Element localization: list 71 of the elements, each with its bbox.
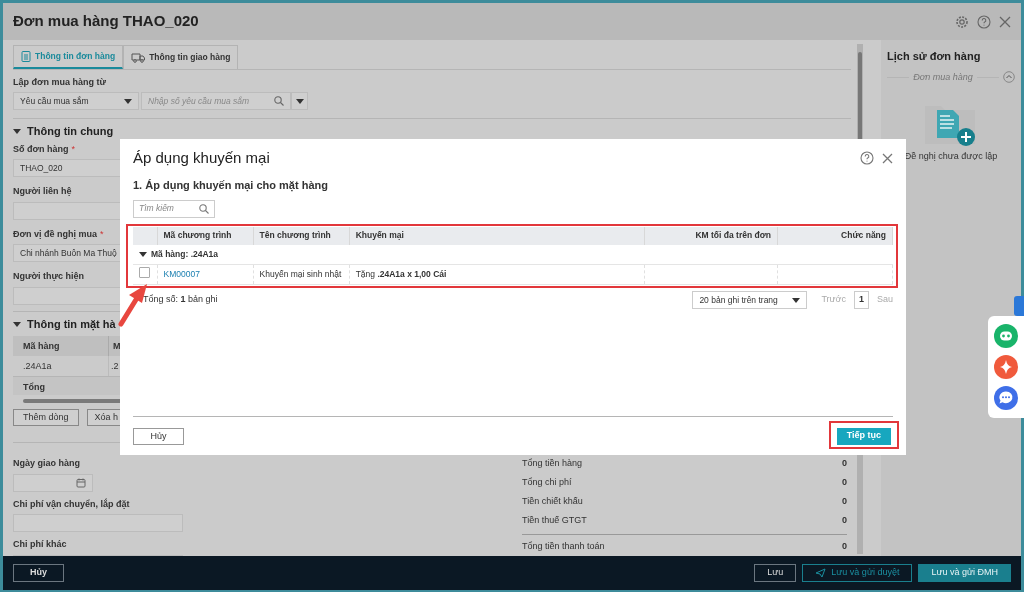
summary-value: 0 [842, 514, 847, 527]
summary-label: Tổng tiền hàng [522, 457, 583, 470]
help-icon[interactable] [860, 151, 874, 165]
clipboard-icon [21, 50, 31, 63]
cancel-button[interactable]: Hủy [13, 564, 64, 582]
column-header: Khuyến mại [349, 226, 645, 245]
help-icon[interactable] [977, 14, 991, 29]
field-label: Lập đơn mua hàng từ [13, 75, 107, 89]
field-label: Người thực hiện [13, 270, 84, 284]
summary-label: Tiền thuế GTGT [522, 514, 587, 527]
collapse-caret-icon[interactable] [13, 129, 21, 134]
field-label: Đơn vị đề nghị mua [13, 227, 97, 241]
tab[interactable]: Thông tin giao hàng [123, 45, 239, 69]
group-label: Mã hàng: .24A1a [151, 247, 219, 261]
date-field[interactable] [13, 473, 93, 492]
footer-button[interactable]: Lưu và gửi ĐMH [918, 564, 1011, 582]
table-cell: Khuyến mại sinh nhật [253, 264, 350, 285]
sparkle-icon[interactable] [993, 354, 1019, 380]
type-select[interactable]: Yêu cầu mua sắm [13, 92, 139, 111]
page-size-select[interactable]: 20 bản ghi trên trang [692, 291, 808, 309]
field-label: Người liên hệ [13, 185, 72, 199]
action-button[interactable]: Thêm dòng [13, 409, 79, 427]
checkbox[interactable] [139, 267, 151, 279]
dialog-subtitle: 1. Áp dụng khuyến mại cho mặt hàng [133, 178, 329, 194]
search-icon[interactable] [274, 96, 284, 107]
dropdown-button[interactable] [291, 92, 308, 111]
summary-label: Tổng chi phí [522, 476, 572, 489]
panel-title: Lịch sử đơn hàng [887, 49, 982, 65]
field-label: Số đơn hàng [13, 142, 69, 156]
summary-value: 0 [842, 476, 847, 489]
search-field[interactable]: Tìm kiếm [133, 199, 215, 218]
settings-icon[interactable] [955, 14, 969, 29]
truck-icon [131, 51, 146, 63]
summary-value: 0 [842, 540, 847, 553]
summary-label: Tiền chiết khấu [522, 495, 583, 508]
highlight-frame [829, 421, 899, 449]
close-icon[interactable] [882, 152, 893, 164]
summary-value: 0 [842, 495, 847, 508]
column-header: Tên chương trình [253, 226, 350, 245]
timeline-label: Đơn mua hàng [913, 70, 973, 84]
required-mark: * [71, 142, 75, 156]
field-label: Ngày giao hàng [13, 457, 81, 471]
section-title: Thông tin mặt hà [27, 316, 116, 333]
column-header: Mã chương trình [157, 226, 254, 245]
window-title: Đơn mua hàng THAO_020 [13, 11, 199, 32]
cancel-button[interactable]: Hủy [133, 427, 184, 445]
chat-icon[interactable] [993, 385, 1019, 412]
collapse-caret-icon[interactable] [13, 321, 21, 327]
field-label: Chi phí vận chuyển, lắp đặt [13, 497, 131, 511]
page-number[interactable]: 1 [853, 291, 869, 309]
summary-value: 0 [842, 457, 847, 470]
collapse-caret-icon[interactable] [139, 251, 147, 257]
footer-button[interactable]: Lưu [754, 564, 797, 582]
required-mark: * [99, 227, 104, 241]
field-label: Chi phí khác [13, 538, 68, 552]
close-icon[interactable] [999, 15, 1011, 28]
section-title: Thông tin chung [27, 124, 114, 140]
search-icon[interactable] [199, 203, 209, 214]
record-count: Tổng số: 1 bản ghi [143, 293, 218, 307]
robot-icon[interactable] [993, 322, 1019, 349]
summary-label: Tổng tiền thanh toán [522, 540, 605, 553]
dialog-title: Áp dụng khuyến mại [133, 147, 270, 168]
calendar-icon[interactable] [76, 477, 86, 488]
collapse-icon[interactable] [1003, 71, 1015, 84]
column-header: Mã hàng [13, 336, 109, 357]
action-button[interactable]: Xóa h [86, 409, 120, 427]
program-code-link[interactable]: KM00007 [163, 269, 200, 280]
column-header: KM tối đa trên đơn [644, 226, 778, 245]
footer-button[interactable]: Lưu và gửi duyệt [802, 564, 913, 582]
table-cell: Tặng .24A1a x 1,00 Cái [349, 264, 645, 285]
send-icon [815, 568, 827, 578]
